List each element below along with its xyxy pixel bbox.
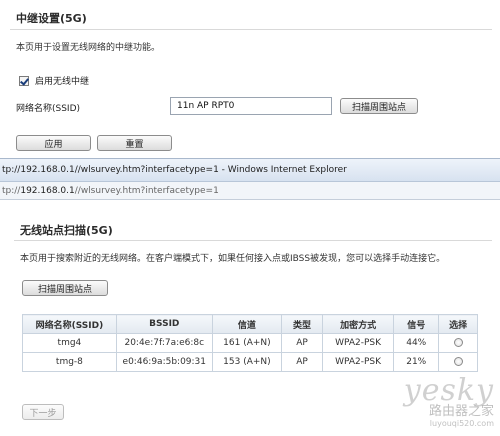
watermark-url: luyouqi520.com bbox=[429, 419, 494, 428]
row-ssid: tmg4 bbox=[22, 333, 117, 353]
col-encryption: 加密方式 bbox=[321, 314, 395, 334]
row-type: AP bbox=[281, 333, 323, 353]
ssid-input[interactable] bbox=[170, 97, 332, 115]
row-signal: 21% bbox=[393, 352, 440, 372]
relay-description: 本页用于设置无线网络的中继功能。 bbox=[16, 43, 161, 53]
survey-title-divider bbox=[14, 240, 492, 241]
ap-table-header: 网络名称(SSID) BSSID 信道 类型 加密方式 信号 选择 bbox=[22, 314, 478, 334]
ie-window-title-bar[interactable]: tp://192.168.0.1//wlsurvey.htm?interface… bbox=[0, 158, 500, 182]
row-ssid: tmg-8 bbox=[22, 352, 117, 372]
ie-address-bar[interactable]: tp://192.168.0.1//wlsurvey.htm?interface… bbox=[0, 182, 500, 200]
select-radio[interactable] bbox=[453, 357, 463, 366]
ap-table: 网络名称(SSID) BSSID 信道 类型 加密方式 信号 选择 tmg4 2… bbox=[22, 314, 478, 372]
row-encryption: WPA2-PSK bbox=[321, 333, 395, 353]
col-ssid: 网络名称(SSID) bbox=[22, 314, 117, 334]
table-row[interactable]: tmg4 20:4e:7f:7a:e6:8c 161 (A+N) AP WPA2… bbox=[22, 333, 478, 353]
watermark: yesky 路由器之家 luyouqi520.com bbox=[404, 376, 494, 429]
row-select-cell bbox=[438, 352, 478, 372]
select-radio[interactable] bbox=[453, 338, 463, 347]
col-select: 选择 bbox=[438, 314, 478, 334]
row-channel: 153 (A+N) bbox=[211, 352, 283, 372]
enable-relay-checkbox[interactable] bbox=[19, 75, 29, 86]
apply-button[interactable]: 应用 bbox=[16, 135, 91, 151]
col-channel: 信道 bbox=[211, 314, 283, 334]
table-row[interactable]: tmg-8 e0:46:9a:5b:09:31 153 (A+N) AP WPA… bbox=[22, 352, 478, 372]
ie-window-title: tp://192.168.0.1//wlsurvey.htm?interface… bbox=[2, 165, 347, 175]
address-prefix: tp:// bbox=[2, 185, 21, 196]
enable-relay-label: 启用无线中继 bbox=[35, 77, 90, 87]
survey-title: 无线站点扫描(5G) bbox=[20, 224, 113, 237]
address-path: //wlsurvey.htm?interfacetype=1 bbox=[74, 185, 219, 196]
row-bssid: e0:46:9a:5b:09:31 bbox=[115, 352, 213, 372]
survey-description: 本页用于搜索附近的无线网络。在客户端模式下，如果任何接入点或IBSS被发现，您可… bbox=[20, 254, 446, 264]
relay-title: 中继设置(5G) bbox=[16, 12, 87, 25]
row-type: AP bbox=[281, 352, 323, 372]
row-select-cell bbox=[438, 333, 478, 353]
enable-relay-row: 启用无线中继 bbox=[19, 74, 89, 87]
ssid-label: 网络名称(SSID) bbox=[16, 104, 81, 114]
scan-sites-button-top[interactable]: 扫描周围站点 bbox=[340, 98, 418, 114]
col-type: 类型 bbox=[281, 314, 323, 334]
row-bssid: 20:4e:7f:7a:e6:8c bbox=[115, 333, 213, 353]
reset-button[interactable]: 重置 bbox=[97, 135, 172, 151]
address-host: 192.168.0.1 bbox=[20, 185, 75, 196]
row-signal: 44% bbox=[393, 333, 440, 353]
col-bssid: BSSID bbox=[115, 314, 213, 334]
col-signal: 信号 bbox=[393, 314, 440, 334]
relay-settings-panel: 中继设置(5G) 本页用于设置无线网络的中继功能。 启用无线中继 网络名称(SS… bbox=[0, 0, 500, 158]
scan-sites-button[interactable]: 扫描周围站点 bbox=[22, 280, 108, 296]
relay-title-divider bbox=[10, 29, 492, 30]
next-button[interactable]: 下一步 bbox=[22, 404, 64, 420]
row-encryption: WPA2-PSK bbox=[321, 352, 395, 372]
row-channel: 161 (A+N) bbox=[211, 333, 283, 353]
